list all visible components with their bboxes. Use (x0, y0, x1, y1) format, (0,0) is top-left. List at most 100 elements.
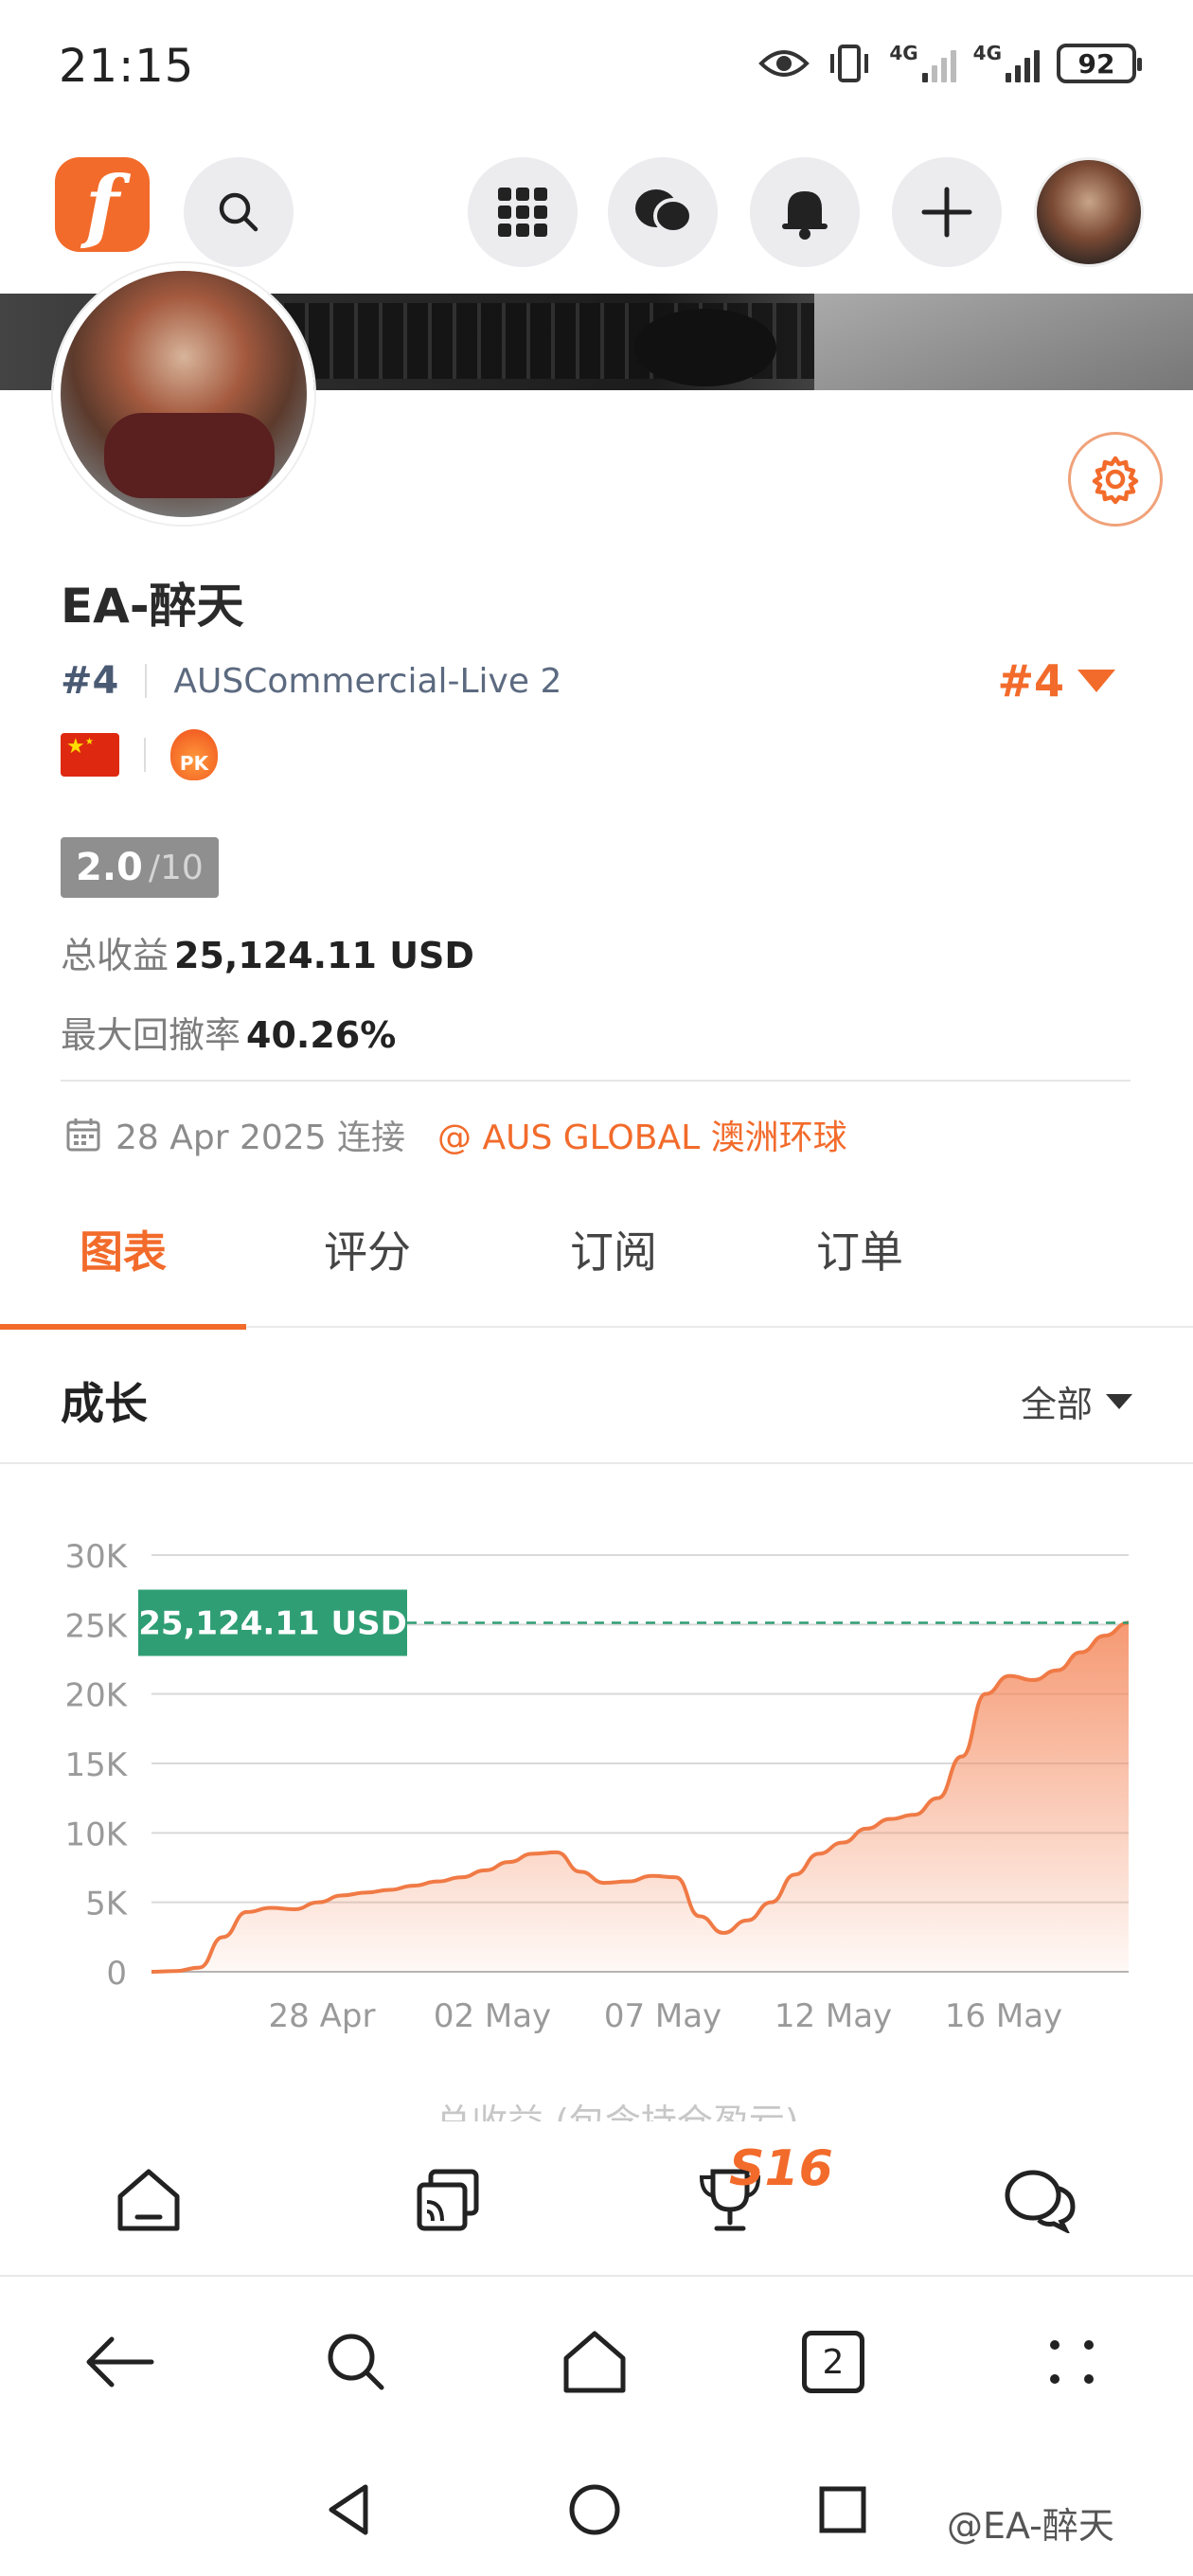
chat-bubbles-icon (1005, 2170, 1076, 2233)
total-profit-value: 25,124.11 USD (174, 935, 474, 976)
triangle-down-icon (1077, 670, 1115, 692)
x-tick-label: 12 May (775, 1997, 892, 2035)
broker-link[interactable]: @ AUS GLOBAL 澳洲环球 (437, 1110, 847, 1159)
browser-menu-button[interactable] (1026, 2317, 1117, 2407)
plus-icon (921, 187, 972, 238)
nav-feed[interactable] (405, 2157, 490, 2243)
messages-button[interactable] (608, 157, 718, 267)
x-tick-label: 02 May (434, 1997, 551, 2035)
rank-number: #4 (61, 659, 119, 703)
settings-button[interactable] (1068, 432, 1163, 527)
x-tick-label: 16 May (945, 1997, 1062, 2035)
connection-info: 28 Apr 2025 连接 @ AUS GLOBAL 澳洲环球 (64, 1110, 847, 1159)
battery-indicator: 92 (1057, 44, 1142, 83)
max-drawdown-label: 最大回撤率 (61, 1014, 241, 1056)
growth-area-fill (151, 1622, 1129, 1972)
browser-home-button[interactable] (549, 2317, 640, 2407)
tab-orders[interactable]: 订单 (737, 1193, 983, 1328)
nav-home[interactable] (106, 2157, 191, 2243)
pk-flame-icon[interactable]: PK (170, 729, 218, 780)
chat-bubbles-icon (635, 189, 693, 234)
browser-search-button[interactable] (311, 2317, 401, 2407)
search-button[interactable] (184, 157, 294, 267)
tab-chart[interactable]: 图表 (0, 1193, 246, 1330)
create-button[interactable] (892, 157, 1002, 267)
arrow-left-icon (86, 2336, 154, 2388)
system-back-icon[interactable] (322, 2481, 375, 2538)
score-value: 2.0 (76, 846, 143, 889)
rank-row: #4 AUSCommercial-Live 2 (61, 659, 561, 703)
tab-bar: 图表 评分 订阅 订单 (0, 1193, 1193, 1330)
tab-rating-label: 评分 (324, 1226, 411, 1278)
tab-subscribe-label: 订阅 (570, 1226, 657, 1278)
max-drawdown-value: 40.26% (246, 1014, 397, 1056)
gear-icon (1092, 456, 1139, 505)
tab-orders-label: 订单 (816, 1226, 903, 1278)
rank-dropdown[interactable]: #4 (997, 655, 1115, 707)
divider (145, 664, 148, 698)
range-filter-dropdown[interactable]: 全部 (1021, 1375, 1132, 1427)
system-home-icon[interactable] (566, 2481, 623, 2538)
score-badge: 2.0 /10 (61, 837, 219, 898)
home-icon (117, 2169, 180, 2231)
season-badge: S16 (729, 2140, 833, 2197)
browser-toolbar: 2 (0, 2277, 1193, 2449)
score-max: /10 (148, 848, 204, 887)
y-tick-label: 0 (106, 1955, 127, 1993)
home-icon (563, 2331, 626, 2393)
triangle-down-icon (1106, 1393, 1132, 1409)
connect-date: 28 Apr 2025 连接 (116, 1118, 406, 1157)
x-tick-label: 28 Apr (269, 1997, 376, 2035)
signal-2: 4G (973, 42, 1040, 85)
total-profit-row: 总收益 25,124.11 USD (61, 926, 474, 978)
search-icon (328, 2334, 384, 2390)
max-drawdown-row: 最大回撤率 40.26% (61, 1006, 396, 1058)
system-recents-icon[interactable] (816, 2483, 869, 2536)
pk-badge-label: PK (179, 752, 209, 775)
network-type-2: 4G (972, 42, 1002, 64)
cast-cards-icon (417, 2169, 479, 2231)
rank-right-value: #4 (997, 655, 1064, 707)
calendar-icon (66, 1118, 100, 1152)
nav-messages[interactable] (998, 2157, 1083, 2243)
watermark-text: @EA-醉天 (947, 2505, 1114, 2547)
dots-grid-icon (1050, 2340, 1094, 2384)
total-profit-label: 总收益 (61, 935, 169, 976)
eye-icon (758, 42, 810, 85)
y-tick-label: 10K (64, 1816, 128, 1853)
app-logo[interactable]: f (55, 157, 150, 252)
notifications-button[interactable] (750, 157, 860, 267)
tab-chart-label: 图表 (80, 1226, 167, 1278)
x-tick-label: 07 May (604, 1997, 721, 2035)
search-icon (219, 192, 258, 232)
signal-bars-icon (921, 45, 956, 82)
current-value-label: 25,124.11 USD (138, 1605, 407, 1643)
status-bar: 21:15 4G 4G 92 (0, 0, 1193, 133)
growth-chart: 0 5K 10K 15K 20K 25K 30K 28 Apr 02 May 07 May 12 M… (0, 1477, 1193, 2140)
profile-avatar[interactable] (53, 263, 314, 525)
profile-name: EA-醉天 (61, 579, 244, 634)
signal-bars-icon (1006, 45, 1040, 82)
growth-chart-svg: 0 5K 10K 15K 20K 25K 30K 28 Apr 02 May 07 May 12 M… (64, 1538, 1130, 2035)
divider (144, 738, 146, 772)
app-bottom-nav (0, 2121, 1193, 2277)
tab-count: 2 (802, 2331, 864, 2393)
tab-rating[interactable]: 评分 (244, 1193, 490, 1328)
network-type-1: 4G (889, 42, 918, 64)
apps-button[interactable] (468, 157, 578, 267)
growth-section-header: 成长 全部 (0, 1328, 1193, 1464)
y-tick-label: 20K (64, 1677, 128, 1715)
back-button[interactable] (74, 2317, 165, 2407)
tab-subscribe[interactable]: 订阅 (490, 1193, 737, 1328)
status-time: 21:15 (59, 40, 195, 93)
badge-row: ★ ★ PK (61, 729, 218, 780)
user-avatar-small[interactable] (1034, 157, 1144, 267)
y-tick-label: 15K (64, 1746, 128, 1784)
range-filter-label: 全部 (1020, 1384, 1093, 1425)
browser-tabs-button[interactable]: 2 (788, 2317, 879, 2407)
vibrate-icon (827, 42, 872, 85)
y-tick-label: 5K (85, 1886, 129, 1923)
section-title: 成长 (61, 1378, 148, 1429)
divider-line (61, 1080, 1131, 1082)
bell-icon (782, 191, 828, 240)
